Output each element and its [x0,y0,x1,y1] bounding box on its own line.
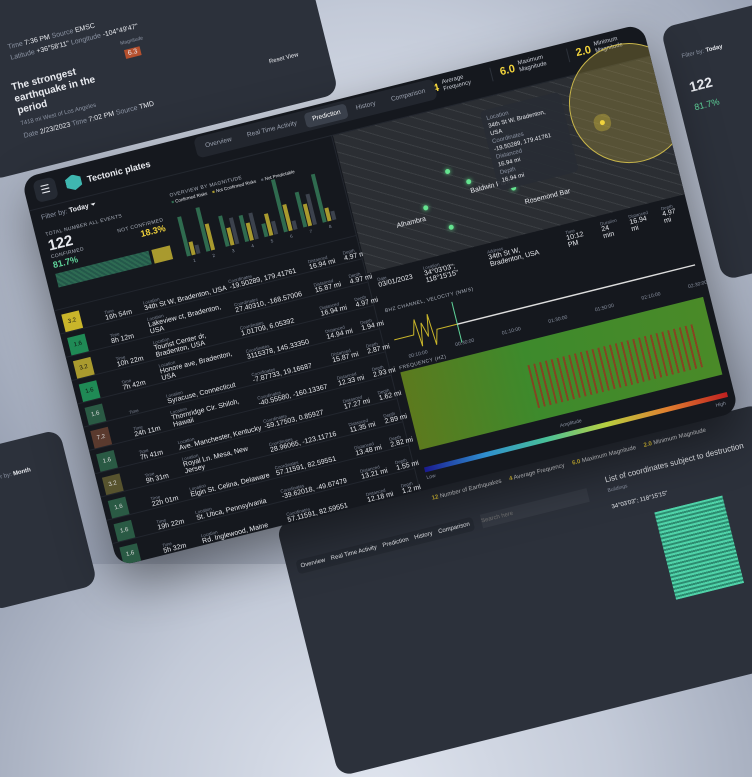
magnitude-value: 1.6 [90,410,101,419]
map-marker[interactable] [465,178,472,185]
magnitude-value: 3.2 [67,317,77,326]
detail-item: Time 10:12 PM [565,225,594,252]
scale-low: Low [425,473,437,482]
magnitude-value: 1.6 [84,387,95,396]
bg-total: 122 [687,73,715,95]
filter-icon[interactable]: ⏷ [90,201,97,209]
amplitude-label: Amplitude [559,418,583,430]
detail-item: Date 03/01/2023 [377,269,416,299]
destruction-coord: 34°03'03"; 118°15'15" [611,490,669,511]
bg-time-label: Time [7,40,24,52]
magnitude-value: 7.2 [96,433,107,442]
bar-confirmed-risks [177,216,191,257]
bg-source-label2: Source [115,104,139,117]
bg-filter-label: Filter by: [681,48,705,60]
bg-tab-prediction[interactable]: Prediction [382,537,409,549]
map-marker[interactable] [422,204,429,211]
bg-filter-label2: Filter by: [0,471,13,484]
bg-filter-value[interactable]: Today [705,44,723,54]
detail-item: Location 34°03'03"; 118°15'15" [422,253,480,287]
bar-not-predictable [216,248,220,249]
filter-label: Filter by: [40,208,69,222]
bg-date-label: Date [23,129,40,140]
detail-item: Depth 4.97 mi [660,202,683,228]
x-tick-label: 6 [290,233,294,239]
magnitude-value: 1.6 [119,526,130,535]
bar-not-predictable [330,210,337,221]
reset-view-button[interactable]: Reset View [269,52,300,65]
detail-item: Duration 24 min [600,218,622,243]
scale-high: High [715,400,727,409]
x-tick-label: 1 [193,258,197,264]
event-time: Time 5h 32m [162,534,204,555]
event-time-value: 23h 47m [169,565,197,567]
x-tick-label: 3 [231,248,235,254]
place-label: Alhambra [396,215,427,230]
logo-icon [64,173,83,192]
detail-value: 16.94 mi [628,215,648,234]
bg-tab-comparison[interactable]: Comparison [438,522,471,536]
bar-not-predictable [194,244,201,255]
building-3d-model [654,495,745,600]
bg-source-label: Source [51,27,75,41]
bg-time-label2: Time [71,117,88,128]
app-title: Tectonic plates [86,158,152,184]
detail-value: 24 min [600,224,616,241]
detail-value: 4.97 mi [661,208,677,225]
bg-filter-month[interactable]: Month [13,467,32,477]
magnitude-value: 3.2 [108,480,118,489]
magnitude-value: 1.6 [102,457,112,465]
destruction-list-title: List of coordinates subject to destructi… [603,441,745,485]
bg-source2: TMD [138,100,155,112]
x-tick-label: 5 [270,238,274,244]
stat-value: 6.0 [498,62,517,79]
place-label: Rosemond Bar [524,187,572,207]
stat-max-magnitude: 6.0 Maximum Magnitude [489,51,560,82]
magnitude-badge: 1.6 [119,543,142,566]
bg-mag-label: Magnitude [119,35,144,47]
bg-lat-label: Latitude [9,48,36,62]
magnitude-value: 1.6 [73,340,83,349]
map-marker[interactable] [444,168,451,175]
bg-time2: 7:02 PM [88,110,116,124]
not-confirmed-fill [151,245,174,264]
bg-mag-badge: 6.3 [123,46,142,59]
bg-stat-value: 2.0 [643,441,653,449]
bg-date: 2/23/2023 [39,121,72,136]
bg-panel-bottom-left: Filter by: Month [0,429,98,611]
detail-item: Distanced 16.94 mi [628,209,654,236]
event-location-value: Rd. Allentown, New Mexico [213,564,297,566]
x-tick-label: 8 [328,224,332,230]
stat-label: Maximum Magnitude [517,54,548,74]
event-time: Time23h 47m [167,557,209,567]
bg-confirmed: 81.7% [693,96,721,113]
bg-tab-realtime[interactable]: Real Time Activity [330,545,377,562]
map-marker[interactable] [448,224,455,231]
menu-button[interactable]: ☰ [32,175,59,203]
search-input[interactable] [479,488,590,529]
event-time-label: Time [167,557,207,566]
x-tick-label: 7 [309,229,313,235]
menu-icon: ☰ [39,182,52,197]
magnitude-value: 1.6 [125,550,136,559]
bg-source: EMSC [74,22,96,35]
detail-value: 10:12 PM [565,231,585,249]
bg-tab-history[interactable]: History [414,531,434,541]
bg-stat-value: 6.0 [571,458,582,467]
bar-not-predictable [291,220,298,230]
magnitude-value: 1.6 [113,503,124,512]
x-tick-label: 4 [251,243,255,249]
map-popup: Location 34th St W, Bradenton, USA Coordi… [479,91,579,192]
magnitude-value: 3.2 [79,363,89,372]
buildings-label: Buildings [607,483,629,494]
filter-value[interactable]: Today [68,203,89,215]
bg-stat-value: 12 [431,494,440,502]
stat-label: Average Frequency [441,74,472,93]
x-tick-label: 2 [212,253,216,259]
